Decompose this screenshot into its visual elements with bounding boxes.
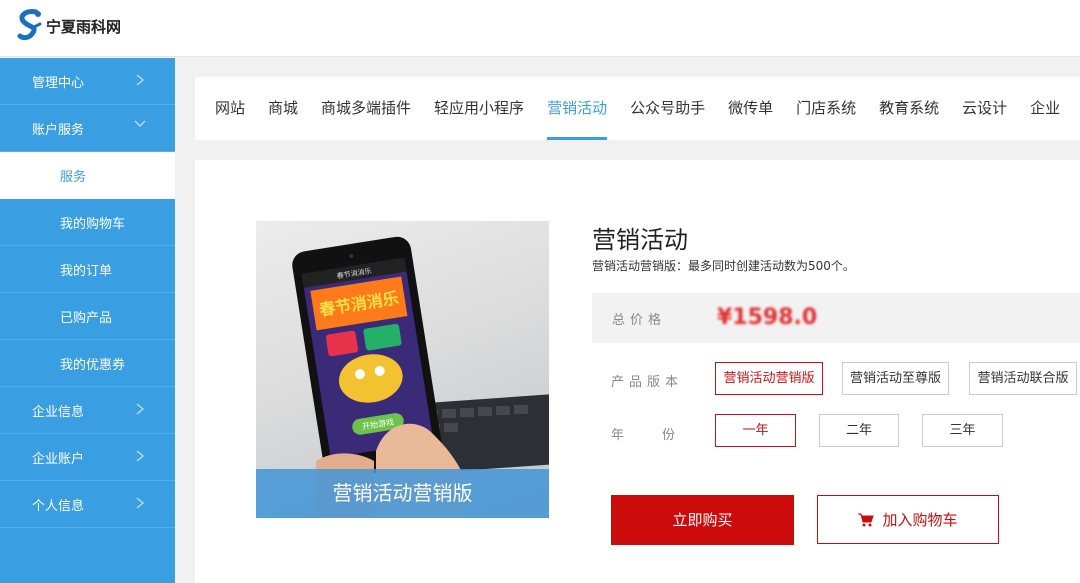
product-image: 春节消消乐 春节消消乐 开始游戏 营销活动营销版 bbox=[256, 221, 549, 518]
sidebar-item-label: 账户服务 bbox=[32, 122, 85, 138]
sidebar-item-label: 已购产品 bbox=[60, 310, 113, 326]
chevron-right-icon bbox=[136, 497, 145, 509]
top-header: 宁夏雨科网 bbox=[0, 0, 1080, 57]
sidebar-item-label: 服务 bbox=[60, 169, 87, 185]
sidebar-item-company-account[interactable]: 企业账户 bbox=[0, 434, 175, 481]
sidebar-item-account-services[interactable]: 账户服务 bbox=[0, 105, 175, 152]
sidebar-item-my-cart[interactable]: 我的购物车 bbox=[0, 199, 175, 246]
buy-now-button[interactable]: 立即购买 bbox=[611, 495, 794, 545]
sidebar-item-label: 管理中心 bbox=[32, 75, 85, 91]
sidebar-item-label: 我的优惠券 bbox=[60, 357, 126, 373]
product-image-caption: 营销活动营销版 bbox=[256, 469, 549, 518]
tab-enterprise[interactable]: 企业 bbox=[1030, 77, 1060, 140]
product-category-tabs: 网站 商城 商城多端插件 轻应用小程序 营销活动 公众号助手 微传单 门店系统 … bbox=[195, 77, 1080, 140]
product-detail-panel: 春节消消乐 春节消消乐 开始游戏 营销活动营销版 营销活动 营销活动营销版：最多… bbox=[195, 160, 1080, 583]
year-option-three[interactable]: 三年 bbox=[922, 414, 1003, 447]
sidebar-item-company-info[interactable]: 企业信息 bbox=[0, 387, 175, 434]
version-option-joint[interactable]: 营销活动联合版 bbox=[969, 362, 1077, 395]
price-value: ¥1598.0 bbox=[717, 305, 818, 330]
tab-education-system[interactable]: 教育系统 bbox=[879, 77, 939, 140]
brand-name: 宁夏雨科网 bbox=[46, 17, 122, 36]
product-title: 营销活动 bbox=[592, 226, 688, 254]
version-option-premium[interactable]: 营销活动至尊版 bbox=[842, 362, 949, 395]
sidebar-item-purchased-products[interactable]: 已购产品 bbox=[0, 293, 175, 340]
tab-marketing-activities[interactable]: 营销活动 bbox=[547, 77, 608, 140]
version-option-marketing[interactable]: 营销活动营销版 bbox=[715, 362, 823, 395]
sidebar: 管理中心 账户服务 服务 我的购物车 我的订单 已购产品 我的优惠券 企业信息 … bbox=[0, 58, 175, 583]
tab-mini-program[interactable]: 轻应用小程序 bbox=[434, 77, 524, 140]
sidebar-item-label: 个人信息 bbox=[32, 498, 85, 514]
tab-store-system[interactable]: 门店系统 bbox=[796, 77, 856, 140]
tab-mall[interactable]: 商城 bbox=[268, 77, 298, 140]
cart-icon bbox=[858, 513, 875, 526]
tab-official-account-assistant[interactable]: 公众号助手 bbox=[630, 77, 705, 140]
chevron-down-icon bbox=[134, 120, 146, 127]
tab-cloud-design[interactable]: 云设计 bbox=[962, 77, 1007, 140]
sidebar-item-my-orders[interactable]: 我的订单 bbox=[0, 246, 175, 293]
sidebar-item-label: 企业信息 bbox=[32, 404, 85, 420]
sidebar-item-my-coupons[interactable]: 我的优惠券 bbox=[0, 340, 175, 387]
add-to-cart-button[interactable]: 加入购物车 bbox=[817, 495, 999, 544]
sidebar-item-personal-info[interactable]: 个人信息 bbox=[0, 481, 175, 528]
brand-logo[interactable]: 宁夏雨科网 bbox=[14, 8, 121, 44]
year-option-two[interactable]: 二年 bbox=[819, 414, 899, 447]
sidebar-item-management-center[interactable]: 管理中心 bbox=[0, 58, 175, 105]
add-to-cart-label: 加入购物车 bbox=[882, 511, 958, 529]
price-row: 总价格 ¥1598.0 bbox=[592, 293, 1080, 343]
chevron-right-icon bbox=[136, 74, 145, 86]
chevron-right-icon bbox=[136, 450, 145, 462]
tab-mall-multiplatform-plugin[interactable]: 商城多端插件 bbox=[321, 77, 411, 140]
version-label: 产品版本 bbox=[611, 375, 684, 390]
sidebar-item-label: 我的订单 bbox=[60, 263, 113, 279]
chevron-right-icon bbox=[136, 403, 145, 415]
product-description: 营销活动营销版：最多同时创建活动数为500个。 bbox=[592, 259, 855, 273]
sidebar-item-services[interactable]: 服务 bbox=[0, 152, 175, 199]
year-option-one[interactable]: 一年 bbox=[715, 414, 796, 447]
price-label: 总价格 bbox=[612, 313, 667, 328]
tab-website[interactable]: 网站 bbox=[215, 77, 245, 140]
yuke-logo-icon bbox=[14, 8, 44, 44]
tab-micro-flyer[interactable]: 微传单 bbox=[728, 77, 773, 140]
sidebar-item-label: 我的购物车 bbox=[60, 216, 126, 232]
year-label: 年份 bbox=[611, 428, 714, 443]
sidebar-item-label: 企业账户 bbox=[32, 451, 85, 467]
